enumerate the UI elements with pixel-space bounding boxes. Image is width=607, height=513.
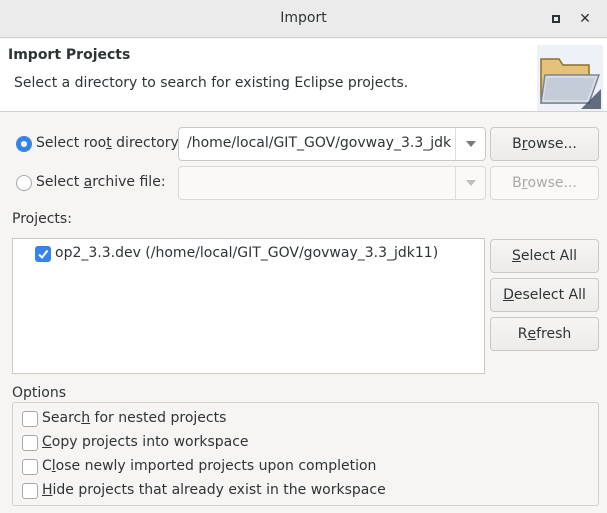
window-titlebar: Import ✕ (0, 0, 607, 38)
checkmark-icon (38, 249, 49, 260)
close-button[interactable]: ✕ (574, 8, 596, 30)
deselect-all-button[interactable]: Deselect All (490, 278, 599, 312)
root-directory-combo[interactable]: /home/local/GIT_GOV/govway_3.3_jdk1 (178, 127, 486, 161)
options-legend: Options (12, 385, 71, 401)
close-projects-checkbox[interactable] (22, 459, 38, 475)
browse-directory-button[interactable]: Br owse... (490, 127, 599, 161)
chevron-down-icon[interactable] (455, 167, 485, 199)
maximize-icon (552, 15, 560, 23)
chevron-down-icon[interactable] (455, 128, 485, 160)
close-projects-label: Close newly imported projects upon compl… (42, 458, 377, 474)
hide-projects-checkbox[interactable] (22, 483, 38, 499)
select-all-button[interactable]: Select All (490, 239, 599, 273)
page-description: Select a directory to search for existin… (14, 75, 409, 91)
window-title: Import (280, 10, 327, 26)
archive-file-combo[interactable] (178, 166, 486, 200)
refresh-button[interactable]: Re fresh (490, 317, 599, 351)
close-icon: ✕ (579, 11, 591, 27)
project-checkbox[interactable] (35, 246, 51, 262)
root-directory-radio[interactable] (16, 136, 32, 152)
page-title: Import Projects (8, 47, 131, 63)
archive-file-radio[interactable] (16, 175, 32, 191)
copy-projects-checkbox[interactable] (22, 435, 38, 451)
copy-projects-label: Copy projects into workspace (42, 434, 249, 450)
project-label: op2_3.3.dev (/home/local/GIT_GOV/govway_… (55, 245, 439, 261)
projects-label: Projects: (12, 211, 72, 227)
archive-file-label: Select archive file: (36, 174, 166, 190)
projects-list[interactable]: op2_3.3.dev (/home/local/GIT_GOV/govway_… (12, 238, 485, 374)
list-item[interactable]: op2_3.3.dev (/home/local/GIT_GOV/govway_… (13, 243, 484, 267)
hide-projects-label: Hide projects that already exist in the … (42, 482, 386, 498)
maximize-button[interactable] (545, 8, 567, 30)
browse-archive-button[interactable]: Br owse... (490, 166, 599, 200)
root-directory-input[interactable]: /home/local/GIT_GOV/govway_3.3_jdk1 (187, 135, 451, 151)
search-nested-label: Search for nested projects (42, 410, 227, 426)
wizard-header: Import Projects Select a directory to se… (0, 39, 607, 112)
root-directory-label: Select root directory: (36, 135, 183, 151)
folder-open-icon (537, 45, 603, 111)
search-nested-checkbox[interactable] (22, 411, 38, 427)
